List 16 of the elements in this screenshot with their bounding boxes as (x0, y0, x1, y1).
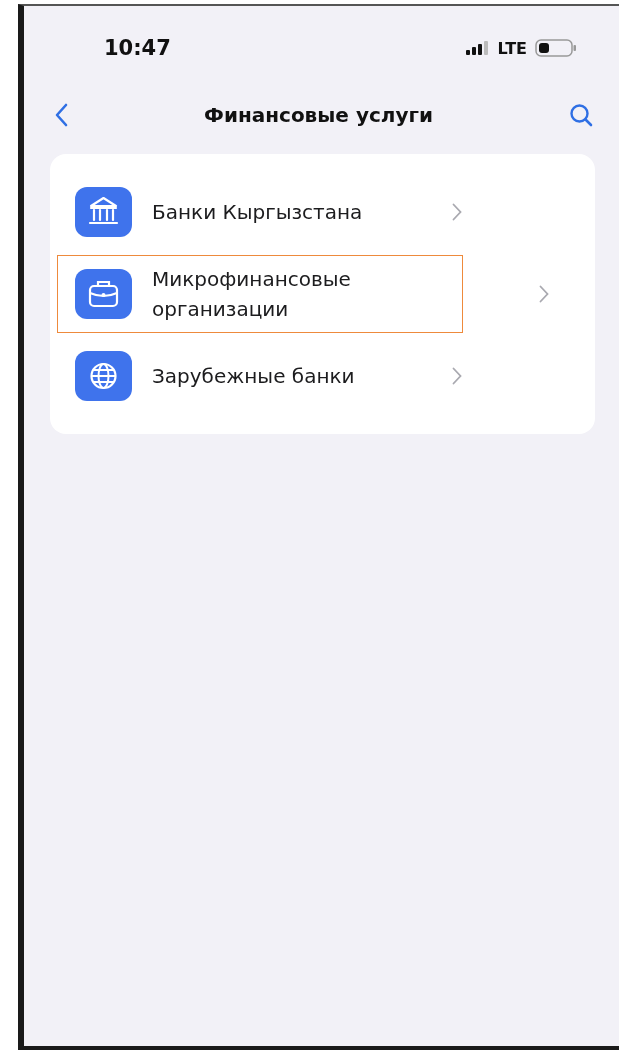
globe-icon (75, 351, 132, 401)
bank-icon (75, 187, 132, 237)
screen-title: Финансовые услуги (204, 103, 433, 127)
chevron-icon (452, 203, 462, 221)
chevron-icon (539, 285, 549, 303)
signal-icon (465, 41, 490, 55)
back-button[interactable] (54, 103, 68, 127)
status-time: 10:47 (104, 36, 171, 60)
menu-item[interactable]: Зарубежные банки (50, 338, 595, 414)
battery-icon (535, 39, 577, 57)
menu-item[interactable]: Банки Кыргызстана (50, 174, 595, 250)
network-label: LTE (497, 38, 527, 58)
briefcase-icon (75, 269, 132, 319)
chevron-icon (452, 367, 462, 385)
menu-item[interactable]: Микрофинансовые организации (58, 256, 462, 332)
search-button[interactable] (569, 103, 593, 127)
